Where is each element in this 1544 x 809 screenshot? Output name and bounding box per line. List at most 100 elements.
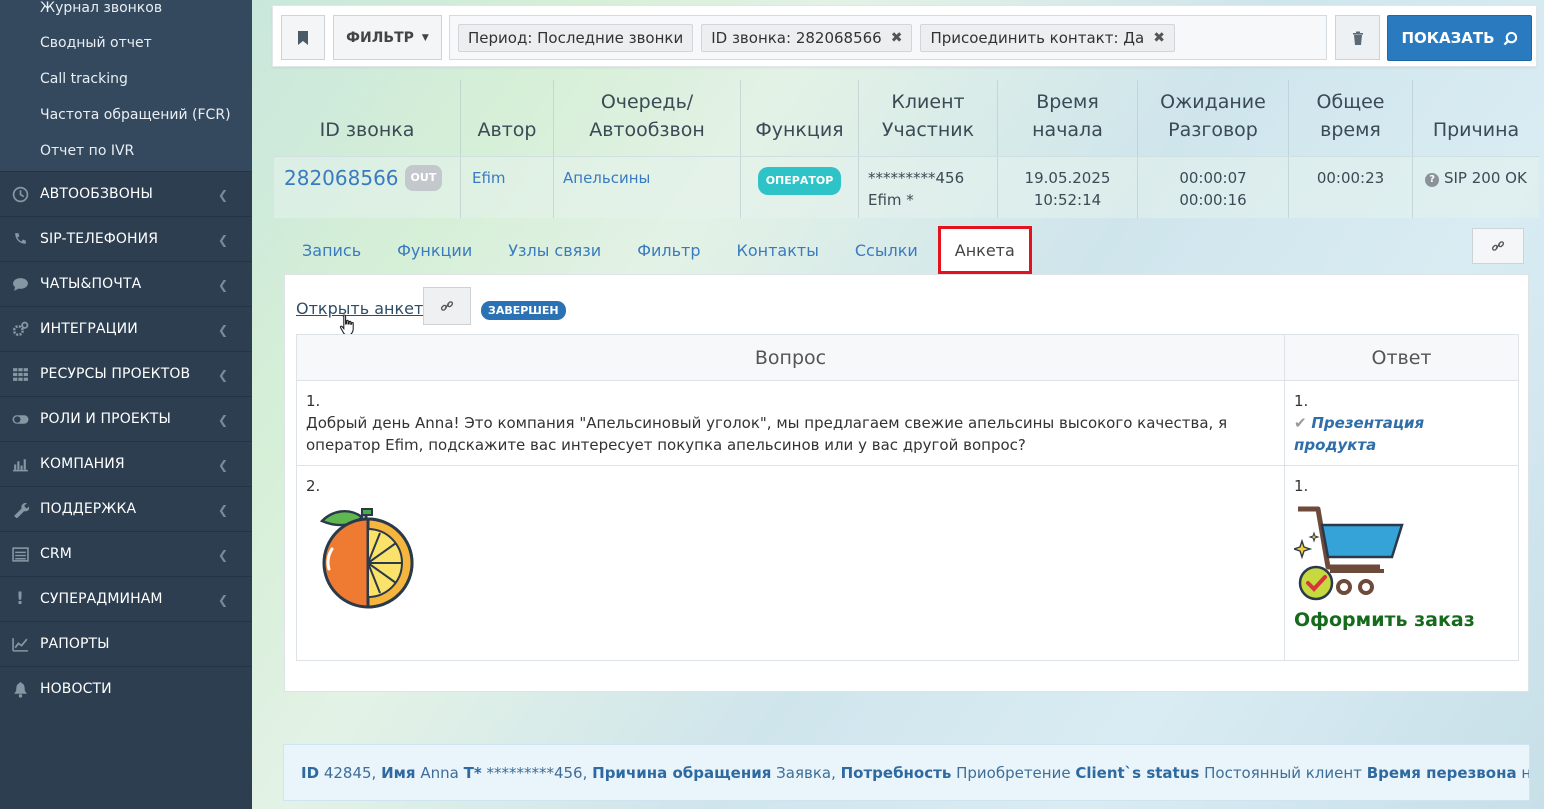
info-label: Client`s status (1075, 763, 1200, 782)
questionnaire-panel: Открыть анкету ЗАВЕРШЕН Вопрос Ответ 1. … (284, 274, 1529, 692)
bookmark-button[interactable] (281, 15, 325, 60)
question-circle-icon[interactable]: ? (1425, 173, 1440, 187)
filter-bar: ФИЛЬТР ▼ Период: Последние звонки ID зво… (272, 5, 1537, 67)
remove-tag-icon[interactable]: ✖ (891, 30, 903, 46)
phone-icon (0, 231, 40, 248)
copy-link-button[interactable] (1472, 228, 1524, 264)
header-label: Очередь/ (600, 91, 694, 113)
main-content: ФИЛЬТР ▼ Период: Последние звонки ID зво… (252, 0, 1544, 809)
clear-filter-button[interactable] (1335, 15, 1380, 60)
tab-functions[interactable]: Функции (379, 226, 490, 274)
detail-tabs: Запись Функции Узлы связи Фильтр Контакт… (284, 226, 1032, 274)
sidebar-item-autodial[interactable]: АВТООБЗВОНЫ ❮ (0, 171, 252, 216)
sidebar-item-company[interactable]: КОМПАНИЯ ❮ (0, 441, 252, 486)
tab-label: Запись (302, 240, 362, 260)
filter-dropdown-button[interactable]: ФИЛЬТР ▼ (333, 15, 442, 60)
chevron-left-icon: ❮ (217, 368, 228, 382)
header-label: Время (1036, 91, 1099, 113)
info-label: Имя (381, 763, 416, 782)
tab-questionnaire[interactable]: Анкета (937, 226, 1032, 274)
list-icon (0, 546, 40, 563)
reason-text: SIP 200 OK (1443, 169, 1527, 187)
tab-filter[interactable]: Фильтр (619, 226, 718, 274)
info-value: Заявка, (776, 763, 836, 782)
filter-tag-attach-contact[interactable]: Присоединить контакт: Да ✖ (920, 23, 1175, 52)
sidebar: Журнал звонков Сводный отчет Call tracki… (0, 0, 252, 809)
header-label: Функция (755, 119, 844, 141)
caret-down-icon: ▼ (421, 32, 429, 43)
tab-recording[interactable]: Запись (284, 226, 379, 274)
sidebar-subitem-call-log[interactable]: Журнал звонков (0, 0, 252, 25)
tab-label: Ссылки (854, 240, 918, 260)
tab-links[interactable]: Ссылки (837, 226, 936, 274)
tab-nodes[interactable]: Узлы связи (490, 226, 619, 274)
sidebar-item-superadmin[interactable]: ! СУПЕРАДМИНАМ ❮ (0, 576, 252, 621)
answer-cell: 1. ✔ Презентация продукта (1285, 381, 1518, 465)
sidebar-subitem-call-tracking[interactable]: Call tracking (0, 61, 252, 97)
sidebar-item-sip[interactable]: SIP-ТЕЛЕФОНИЯ ❮ (0, 216, 252, 261)
filter-tag-call-id[interactable]: ID звонка: 282068566 ✖ (701, 23, 913, 52)
cell-function: ОПЕРАТОР (741, 157, 859, 218)
header-label: Автор (477, 119, 537, 141)
toggle-icon (0, 411, 40, 428)
chevron-left-icon: ❮ (217, 548, 228, 562)
wrench-icon (0, 501, 40, 518)
filter-tag-period[interactable]: Период: Последние звонки (458, 23, 694, 52)
talk-time: 00:00:16 (1179, 191, 1247, 209)
queue-link[interactable]: Апельсины (563, 169, 650, 187)
sidebar-subitem-ivr-report[interactable]: Отчет по IVR (0, 133, 252, 171)
sidebar-item-chats[interactable]: ЧАТЫ&ПОЧТА ❮ (0, 261, 252, 306)
sidebar-subitem-label: Частота обращений (FCR) (40, 107, 231, 123)
filter-label: ФИЛЬТР (346, 29, 414, 46)
sidebar-item-resources[interactable]: РЕСУРСЫ ПРОЕКТОВ ❮ (0, 351, 252, 396)
questionnaire-table: Вопрос Ответ 1. Добрый день Anna! Это ко… (296, 334, 1519, 661)
question-text: Добрый день Anna! Это компания "Апельсин… (306, 414, 1228, 454)
bell-icon (0, 681, 40, 698)
questionnaire-table-header: Вопрос Ответ (297, 335, 1518, 381)
header-label: Клиент (891, 91, 965, 113)
call-id-link[interactable]: 282068566 (284, 166, 399, 190)
table-row: 282068566 OUT Efim Апельсины ОПЕРАТОР ***… (274, 156, 1539, 218)
info-label: T* (463, 763, 482, 782)
answer-cell: 1. Оформить заказ (1285, 466, 1518, 660)
column-header-total-time: Общее время (1289, 80, 1413, 156)
remove-tag-icon[interactable]: ✖ (1153, 30, 1165, 46)
cell-author: Efim (461, 157, 554, 218)
chevron-left-icon: ❮ (217, 413, 228, 427)
info-value: Постоянный клиент (1204, 763, 1362, 782)
answer-link[interactable]: Презентация продукта (1294, 414, 1424, 454)
question-cell: 1. Добрый день Anna! Это компания "Апель… (297, 381, 1285, 465)
filter-tags-input[interactable]: Период: Последние звонки ID звонка: 2820… (449, 15, 1327, 60)
header-label: Причина (1432, 119, 1520, 141)
status-badge: ЗАВЕРШЕН (481, 301, 566, 320)
place-order-text: Оформить заказ (1294, 609, 1475, 631)
sidebar-item-support[interactable]: ПОДДЕРЖКА ❮ (0, 486, 252, 531)
column-header-reason: Причина (1413, 80, 1539, 156)
show-button[interactable]: ПОКАЗАТЬ (1387, 15, 1532, 61)
questionnaire-link-button[interactable] (423, 287, 471, 325)
search-icon (1503, 31, 1517, 45)
sidebar-subitem-label: Сводный отчет (40, 35, 152, 51)
sidebar-item-crm[interactable]: CRM ❮ (0, 531, 252, 576)
sidebar-item-reports[interactable]: РАПОРТЫ (0, 621, 252, 666)
sidebar-subitem-label: Call tracking (40, 71, 128, 87)
info-value: Приобретение (956, 763, 1071, 782)
sidebar-subitem-summary-report[interactable]: Сводный отчет (0, 25, 252, 61)
tab-contacts[interactable]: Контакты (719, 226, 837, 274)
sidebar-item-roles[interactable]: РОЛИ И ПРОЕКТЫ ❮ (0, 396, 252, 441)
open-questionnaire-link[interactable]: Открыть анкету (296, 299, 433, 318)
chevron-left-icon: ❮ (217, 503, 228, 517)
column-header-author: Автор (461, 80, 554, 156)
author-link[interactable]: Efim (472, 169, 506, 187)
tab-label: Фильтр (637, 240, 701, 260)
link-icon (440, 301, 454, 311)
filter-tag-label: Период: Последние звонки (468, 28, 684, 47)
sidebar-item-news[interactable]: НОВОСТИ (0, 666, 252, 711)
sidebar-subitem-fcr[interactable]: Частота обращений (FCR) (0, 97, 252, 133)
client-phone: *********456 (868, 169, 965, 187)
sidebar-item-integrations[interactable]: ИНТЕГРАЦИИ ❮ (0, 306, 252, 351)
info-value: *********456, (486, 763, 588, 782)
header-label: ID звонка (319, 119, 415, 141)
chevron-left-icon: ❮ (217, 593, 228, 607)
cell-client: *********456 Efim * (859, 157, 998, 218)
